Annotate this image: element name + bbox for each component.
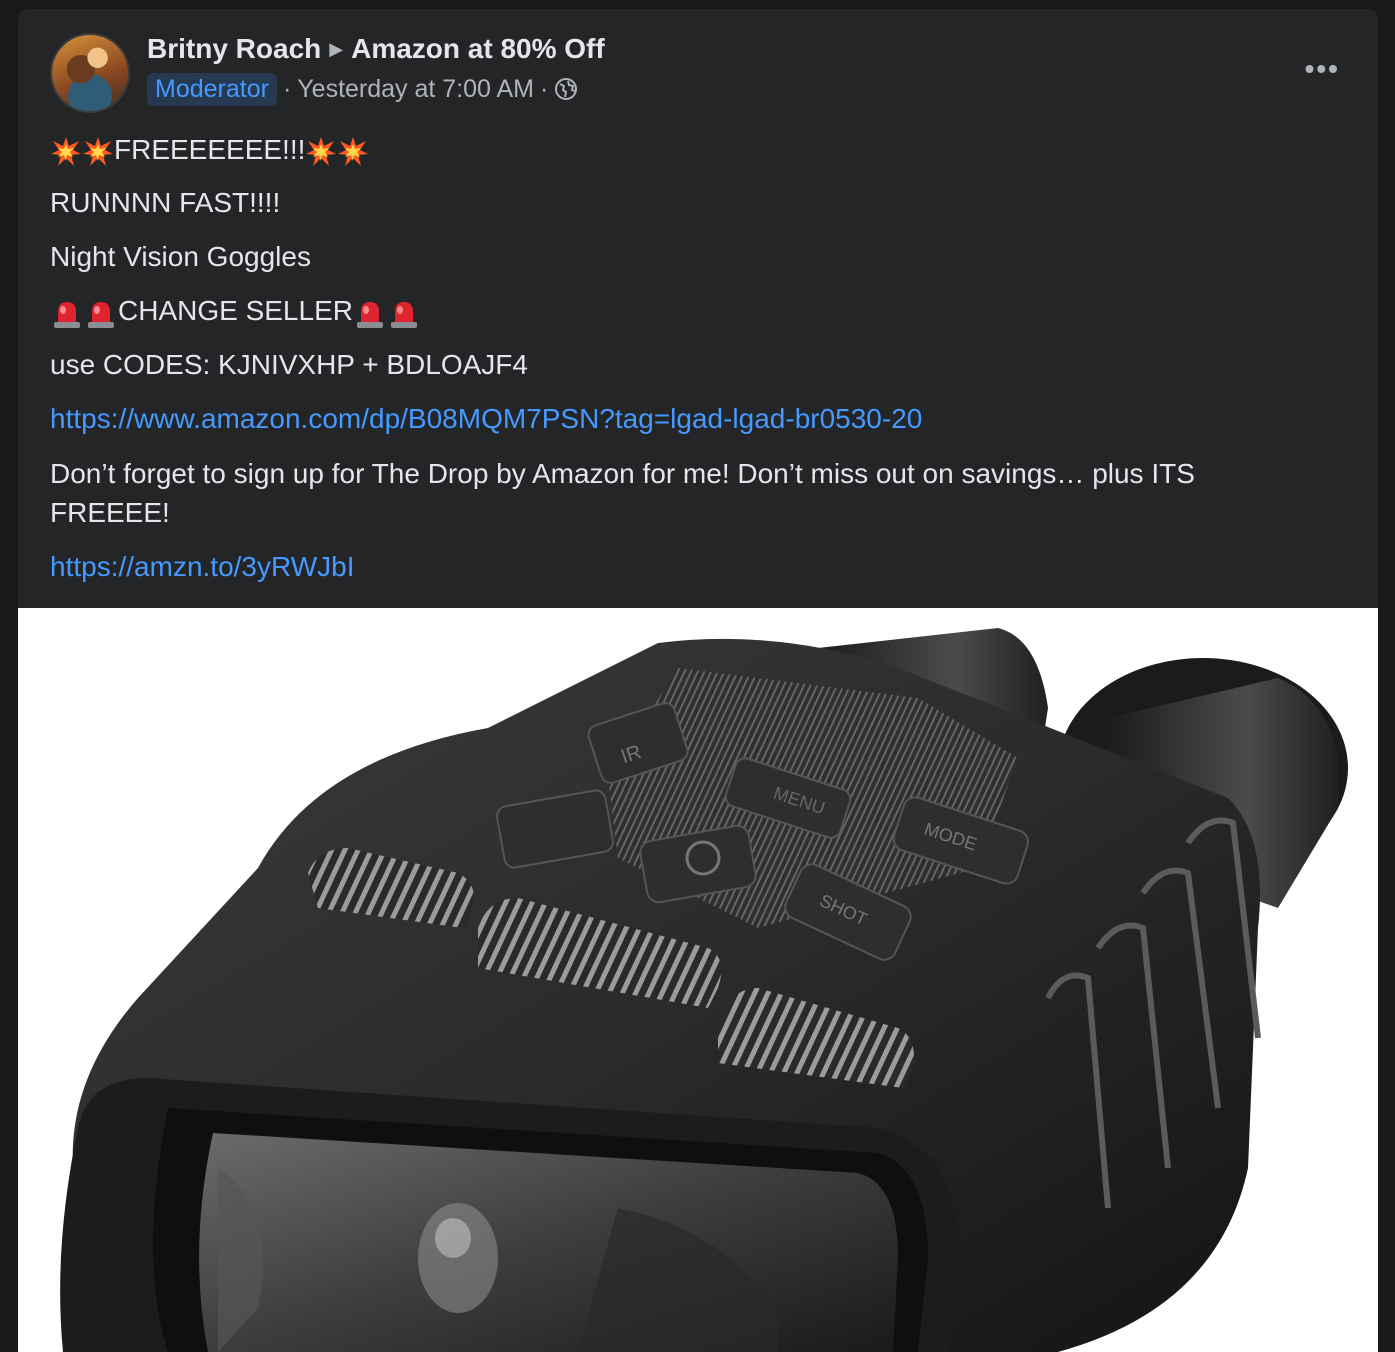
amazon-product-link[interactable]: https://www.amazon.com/dp/B08MQM7PSN?tag… xyxy=(50,403,922,434)
amazon-product-link-row: https://www.amazon.com/dp/B08MQM7PSN?tag… xyxy=(50,399,922,439)
post-timestamp[interactable]: Yesterday at 7:00 AM xyxy=(297,75,534,104)
post-line-3: Night Vision Goggles xyxy=(50,241,311,272)
meta-separator-2: · xyxy=(540,74,549,103)
collision-emoji xyxy=(338,136,369,166)
author-avatar[interactable] xyxy=(50,33,130,113)
moderator-badge[interactable]: Moderator xyxy=(147,72,277,106)
group-name[interactable]: Amazon at 80% Off xyxy=(351,33,605,65)
amazon-short-link[interactable]: https://amzn.to/3yRWJbI xyxy=(50,551,355,582)
line-1-text: FREEEEEEE!!! xyxy=(114,134,306,165)
globe-icon[interactable] xyxy=(554,77,578,101)
author-name[interactable]: Britny Roach xyxy=(147,33,321,65)
post-photo[interactable]: MENU MODE SHOT IR xyxy=(18,608,1378,1352)
post-header: Britny Roach ▶ Amazon at 80% Off xyxy=(147,33,605,65)
collision-emoji xyxy=(306,136,337,166)
amazon-short-link-row: https://amzn.to/3yRWJbI xyxy=(50,547,355,587)
police-light-emoji xyxy=(390,301,417,328)
police-light-emoji xyxy=(54,301,80,328)
binoculars-image: MENU MODE SHOT IR xyxy=(60,628,1348,1352)
post-line-1: FREEEEEEE!!! xyxy=(50,130,369,170)
collision-emoji xyxy=(83,136,113,166)
post-line-5: use CODES: KJNIVXHP + BDLOAJF4 xyxy=(50,349,528,380)
more-options-button[interactable]: ••• xyxy=(1305,53,1340,85)
police-light-emoji xyxy=(356,301,383,328)
post-card: Britny Roach ▶ Amazon at 80% Off Moderat… xyxy=(18,9,1378,1352)
post-meta: Moderator · Yesterday at 7:00 AM · xyxy=(147,71,578,107)
post-line-2: RUNNNN FAST!!!! xyxy=(50,187,281,218)
police-light-emoji xyxy=(88,301,114,328)
meta-separator: · xyxy=(282,74,292,103)
line-4-text: CHANGE SELLER xyxy=(118,295,353,326)
post-line-4: CHANGE SELLER xyxy=(50,291,421,331)
post-line-6: Don’t forget to sign up for The Drop by … xyxy=(50,458,1195,528)
caret-right-icon: ▶ xyxy=(329,38,344,59)
collision-emoji xyxy=(51,136,81,166)
